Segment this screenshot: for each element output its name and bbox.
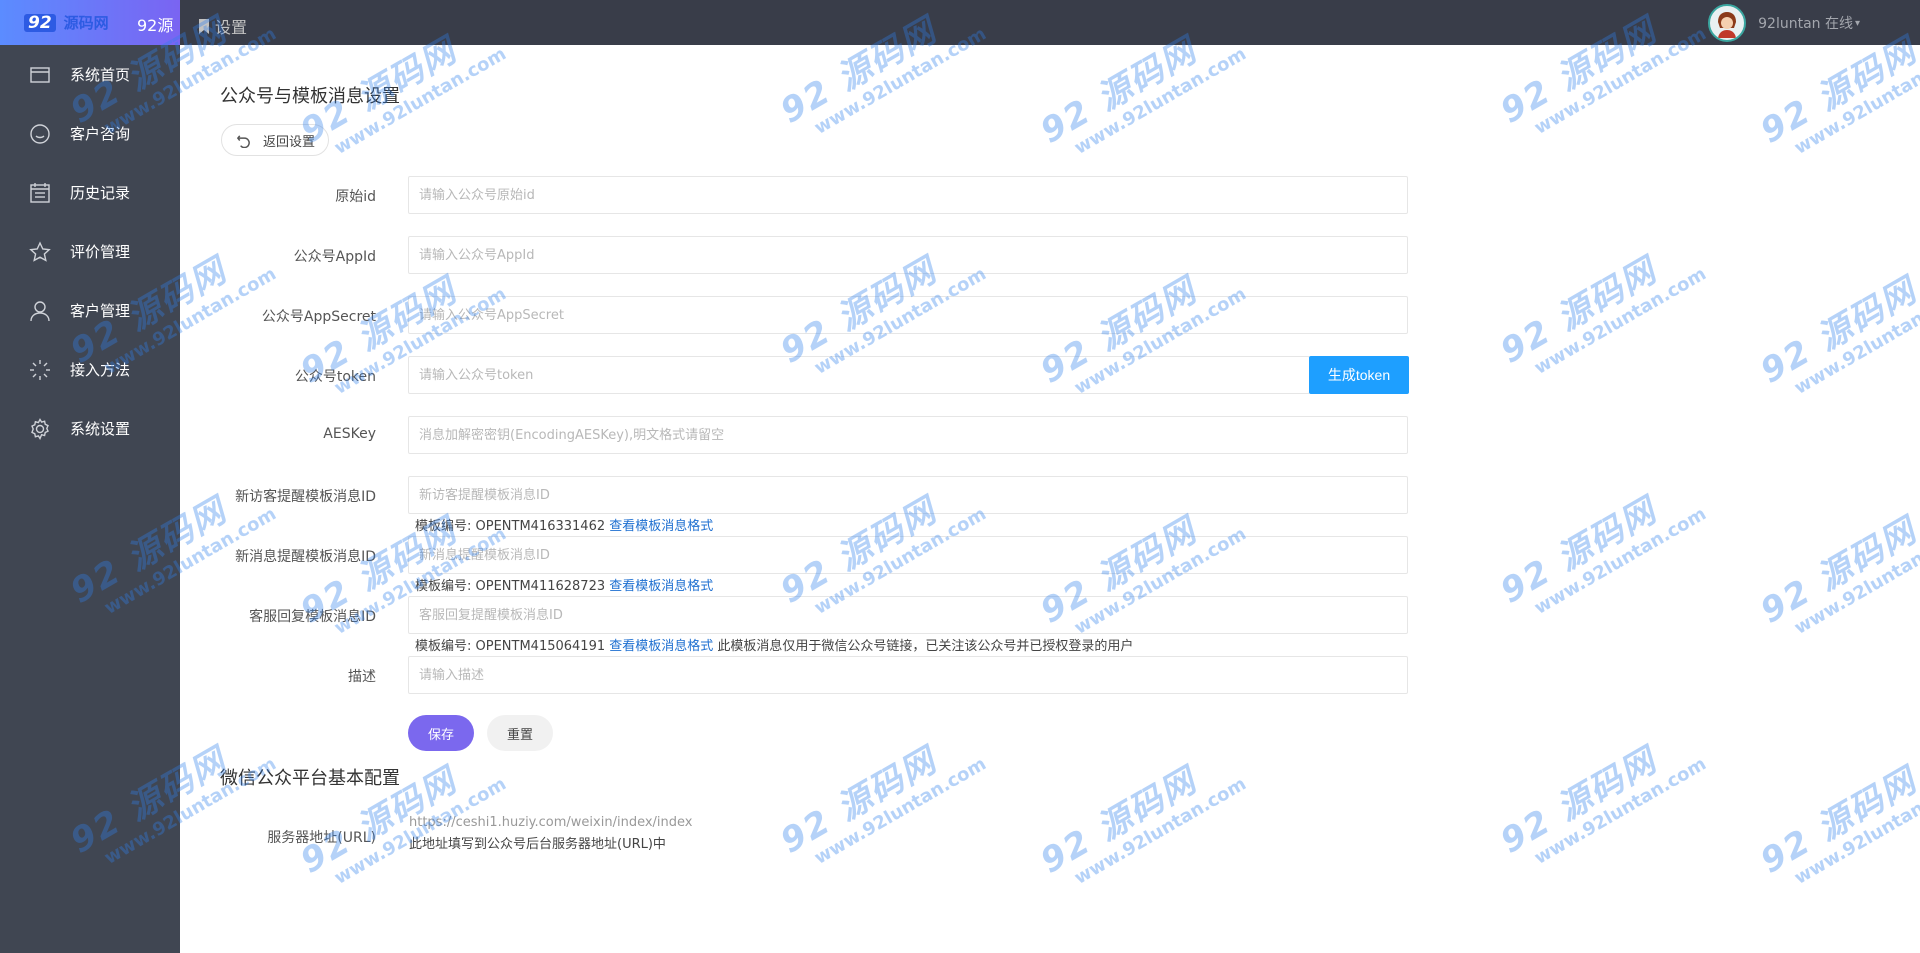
sidebar-item-integration[interactable]: 接入方法 (0, 340, 180, 399)
sidebar-item-label: 历史记录 (70, 184, 131, 202)
sidebar-item-reviews[interactable]: 评价管理 (0, 222, 180, 281)
template-hint-note: 此模板消息仅用于微信公众号链接，已关注该公众号并已授权登录的用户 (713, 639, 1134, 654)
gear-icon (28, 417, 52, 441)
field-label-appid: 公众号AppId (293, 249, 376, 265)
new-visitor-template-input[interactable] (408, 476, 1408, 514)
generate-token-button[interactable]: 生成token (1309, 356, 1409, 394)
user-status[interactable]: 92luntan 在线 (1758, 13, 1853, 33)
undo-icon (236, 134, 250, 148)
field-label-new-visitor-template: 新访客提醒模板消息ID (235, 489, 376, 505)
template-hint-text: 模板编号: OPENTM415064191 (415, 639, 606, 654)
window-icon (28, 63, 52, 87)
sidebar-item-label: 客户管理 (70, 302, 131, 320)
sidebar-item-home[interactable]: 系统首页 (0, 45, 180, 104)
smile-icon (28, 122, 52, 146)
back-to-settings-button[interactable]: 返回设置 (221, 124, 329, 156)
page-title: 公众号与模板消息设置 (220, 86, 400, 107)
view-template-format-link[interactable]: 查看模板消息格式 (609, 639, 713, 654)
aeskey-input[interactable] (408, 416, 1408, 454)
bookmark-icon (199, 18, 209, 34)
sidebar-item-customers[interactable]: 客户管理 (0, 281, 180, 340)
logo-mark: 92 (24, 13, 56, 32)
sidebar-item-settings[interactable]: 系统设置 (0, 399, 180, 458)
field-label-description: 描述 (348, 669, 376, 685)
logo-text: 源码网 (63, 14, 109, 32)
user-icon (28, 299, 52, 323)
template-hint: 模板编号: OPENTM411628723 查看模板消息格式 (415, 575, 713, 594)
field-label-original-id: 原始id (335, 189, 376, 205)
appid-input[interactable] (408, 236, 1408, 274)
top-bar: 92 源码网 92源 设置 92luntan 在线 ▾ (0, 0, 1920, 45)
template-hint-text: 模板编号: OPENTM411628723 (415, 579, 606, 594)
new-message-template-input[interactable] (408, 536, 1408, 574)
reply-template-input[interactable] (408, 596, 1408, 634)
brand-name: 92源 (137, 16, 174, 35)
field-label-server-url: 服务器地址(URL) (267, 830, 376, 846)
field-label-new-message-template: 新消息提醒模板消息ID (235, 549, 376, 565)
sidebar-item-label: 评价管理 (70, 243, 131, 261)
caret-down-icon[interactable]: ▾ (1855, 18, 1860, 29)
back-button-label: 返回设置 (263, 134, 316, 150)
field-label-reply-template: 客服回复模板消息ID (249, 609, 376, 625)
template-hint: 模板编号: OPENTM415064191 查看模板消息格式 此模板消息仅用于微… (415, 635, 1133, 654)
token-input[interactable] (408, 356, 1310, 394)
server-url-note: 此地址填写到公众号后台服务器地址(URL)中 (409, 837, 666, 852)
calendar-list-icon (28, 181, 52, 205)
save-button[interactable]: 保存 (408, 715, 474, 751)
view-template-format-link[interactable]: 查看模板消息格式 (609, 519, 713, 534)
main-content: 公众号与模板消息设置 返回设置 原始id 公众号AppId 公众号AppSecr… (180, 45, 1920, 953)
sidebar-item-label: 系统首页 (70, 66, 131, 84)
section-title-wechat-config: 微信公众平台基本配置 (220, 768, 400, 789)
appsecret-input[interactable] (408, 296, 1408, 334)
sidebar-item-label: 客户咨询 (70, 125, 131, 143)
field-label-appsecret: 公众号AppSecret (261, 309, 376, 325)
field-label-aeskey: AESKey (323, 426, 376, 442)
field-label-token: 公众号token (294, 369, 376, 385)
template-hint-text: 模板编号: OPENTM416331462 (415, 519, 606, 534)
page-header: 设置 (198, 14, 247, 38)
sidebar-item-consult[interactable]: 客户咨询 (0, 104, 180, 163)
server-url-value: https://ceshi1.huziy.com/weixin/index/in… (409, 815, 693, 830)
sidebar-item-history[interactable]: 历史记录 (0, 163, 180, 222)
user-menu[interactable]: 92luntan 在线 ▾ (1708, 4, 1860, 42)
sidebar-item-label: 系统设置 (70, 420, 131, 438)
sidebar: 系统首页 客户咨询 历史记录 评价管理 客户管理 接入方法 系统设置 (0, 45, 180, 953)
template-hint: 模板编号: OPENTM416331462 查看模板消息格式 (415, 515, 713, 534)
loading-icon (28, 358, 52, 382)
sidebar-item-label: 接入方法 (70, 361, 131, 379)
avatar[interactable] (1708, 4, 1747, 42)
avatar-image (1712, 8, 1743, 38)
original-id-input[interactable] (408, 176, 1408, 214)
description-input[interactable] (408, 656, 1408, 694)
star-icon (28, 240, 52, 264)
page-header-title: 设置 (215, 18, 248, 37)
reset-button[interactable]: 重置 (487, 715, 553, 751)
view-template-format-link[interactable]: 查看模板消息格式 (609, 579, 713, 594)
